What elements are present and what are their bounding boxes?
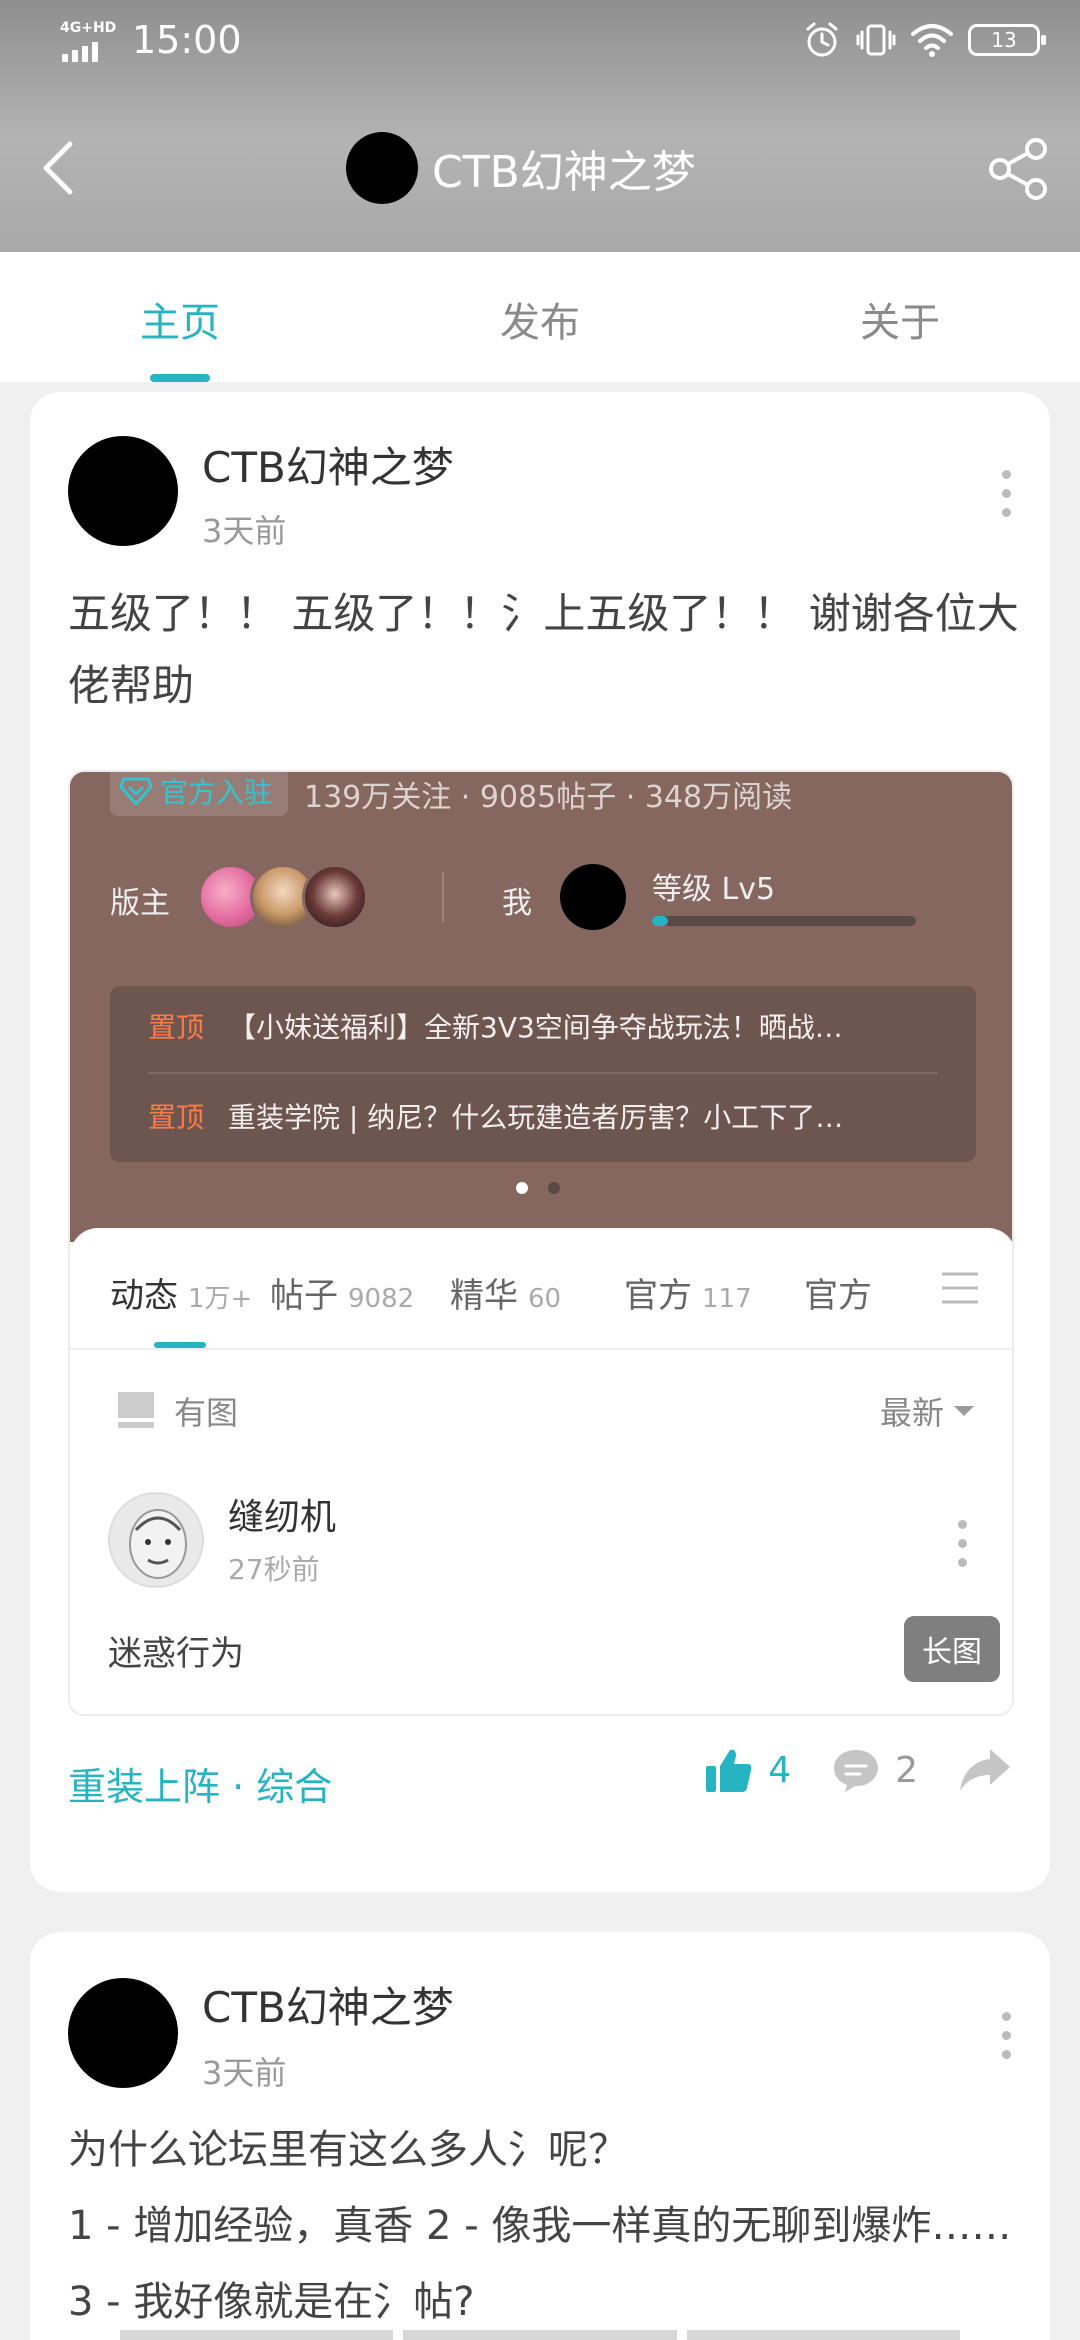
post-actions: 4 2 — [664, 1746, 1012, 1794]
sub-tab-count: 9082 — [348, 1284, 415, 1314]
post-topic-tags[interactable]: 重装上阵 · 综合 — [68, 1756, 332, 1811]
like-button[interactable]: 4 — [704, 1746, 791, 1794]
sub-tab-count: 117 — [702, 1284, 752, 1314]
post-card[interactable]: CTB幻神之梦 3天前 五级了！！ 五级了！！氵上五级了！！ 谢谢各位大佬帮助 … — [30, 392, 1050, 1892]
post-text: 为什么论坛里有这么多人氵呢？ — [68, 2127, 628, 2173]
carousel-dots — [516, 1182, 560, 1194]
sub-tab-label: 帖子 — [270, 1276, 338, 1316]
image-filter-icon — [118, 1392, 154, 1428]
network-type: 4G+HD — [60, 20, 117, 36]
inner-post-time: 27秒前 — [228, 1553, 320, 1586]
inner-post-text: 迷惑行为 — [108, 1634, 244, 1674]
thumbs-up-icon — [706, 1749, 752, 1792]
more-options-icon — [956, 1520, 968, 1567]
back-button[interactable] — [40, 130, 90, 206]
alarm-icon — [806, 22, 838, 57]
moderator-avatars — [198, 864, 368, 930]
chevron-left-icon — [43, 141, 73, 195]
pinned-posts: 置顶 【小妹送福利】全新3V3空间争夺战玩法！晒战… 置顶 重装学院 | 纳尼？什么… — [110, 986, 976, 1162]
sub-tab-feed: 动态 1万+ — [110, 1268, 252, 1317]
share-icon — [989, 138, 1047, 200]
page-title: CTB幻神之梦 — [432, 147, 696, 198]
sub-tab-posts: 帖子 9082 — [270, 1268, 414, 1317]
post-author[interactable]: CTB幻神之梦 — [202, 434, 454, 495]
moderator-avatar — [302, 864, 368, 930]
sub-tab-official: 官方 117 — [624, 1268, 752, 1317]
status-bar: 4G+HD 15:00 13 — [0, 0, 1080, 84]
profile-avatar[interactable] — [346, 132, 418, 204]
official-badge: 官方入驻 — [110, 772, 289, 816]
sub-tab-official-2: 官方 — [804, 1268, 874, 1317]
divider — [70, 1348, 1012, 1350]
comment-button[interactable]: 2 — [831, 1746, 918, 1794]
pinned-title: 重装学院 | 纳尼？什么玩建造者厉害？小工下了… — [228, 1101, 844, 1134]
author-avatar[interactable] — [68, 436, 178, 546]
vibrate-icon — [856, 24, 896, 56]
forum-stats: 139万关注 · 9085帖子 · 348万阅读 — [304, 780, 793, 815]
user-avatar — [560, 864, 626, 930]
more-options-icon[interactable] — [1000, 470, 1012, 517]
comment-count: 2 — [895, 1749, 918, 1791]
like-count: 4 — [768, 1749, 792, 1791]
more-options-icon[interactable] — [1000, 2012, 1012, 2059]
me-label: 我 — [502, 886, 532, 921]
sub-tab-count: 60 — [528, 1284, 562, 1314]
active-tab-indicator — [150, 374, 210, 382]
post-time: 3天前 — [202, 2054, 287, 2092]
inner-author-avatar — [108, 1492, 204, 1588]
diamond-icon — [120, 777, 152, 805]
pinned-tag: 置顶 — [148, 1011, 205, 1044]
forum-feed-preview: 动态 1万+ 帖子 9082 精华 60 官方 117 官方 有图 最新 缝纫机… — [70, 1228, 1012, 1714]
post-time: 3天前 — [202, 512, 287, 550]
sub-tab-label: 官方 — [804, 1276, 872, 1316]
divider — [148, 1072, 938, 1074]
pinned-post: 置顶 【小妹送福利】全新3V3空间争夺战玩法！晒战… — [148, 1006, 948, 1046]
sub-tab-count: 1万+ — [188, 1284, 253, 1314]
post-text: 五级了！！ 五级了！！氵上五级了！！ 谢谢各位大佬帮助 — [68, 589, 1019, 710]
sort-dropdown: 最新 — [880, 1388, 974, 1434]
tab-about[interactable]: 关于 — [860, 290, 940, 348]
profile-tabs: 主页 发布 关于 — [0, 252, 1080, 382]
post-image[interactable]: 官方入驻 139万关注 · 9085帖子 · 348万阅读 版主 我 等级 Lv… — [68, 770, 1014, 1716]
sub-tab-label: 动态 — [110, 1276, 178, 1316]
moderator-label: 版主 — [110, 886, 170, 921]
forward-button[interactable] — [958, 1747, 1012, 1793]
level-progress-fill — [652, 916, 668, 926]
battery-level: 13 — [991, 28, 1017, 52]
wifi-icon — [911, 24, 953, 57]
official-badge-label: 官方入驻 — [160, 776, 273, 809]
tab-publish[interactable]: 发布 — [500, 290, 580, 348]
author-avatar[interactable] — [68, 1978, 178, 2088]
sub-tab-featured: 精华 60 — [450, 1268, 561, 1317]
post-card[interactable]: CTB幻神之梦 3天前 为什么论坛里有这么多人氵呢？ 1 - 增加经验，真香 2… — [30, 1932, 1050, 2340]
chevron-down-icon — [954, 1406, 974, 1416]
header-title-group: CTB幻神之梦 — [346, 130, 696, 206]
tab-home[interactable]: 主页 — [140, 290, 220, 348]
sort-label: 最新 — [879, 1394, 944, 1432]
forum-header-preview: 官方入驻 139万关注 · 9085帖子 · 348万阅读 版主 我 等级 Lv… — [70, 772, 1012, 1242]
pinned-title: 【小妹送福利】全新3V3空间争夺战玩法！晒战… — [228, 1011, 843, 1044]
pinned-tag: 置顶 — [148, 1101, 205, 1134]
user-level: 等级 Lv5 — [652, 872, 776, 907]
battery-indicator: 13 — [968, 24, 1046, 56]
app-header: 4G+HD 15:00 13 CTB幻神之梦 — [0, 0, 1080, 252]
image-filter-label: 有图 — [174, 1394, 239, 1432]
divider — [442, 872, 444, 922]
sub-tab-label: 官方 — [624, 1276, 692, 1316]
level-progress-bar — [652, 916, 916, 926]
pinned-post: 置顶 重装学院 | 纳尼？什么玩建造者厉害？小工下了… — [148, 1096, 948, 1136]
inner-post-author: 缝纫机 — [228, 1497, 337, 1538]
long-image-badge: 长图 — [904, 1616, 1000, 1682]
sub-tab-label: 精华 — [450, 1276, 518, 1316]
menu-icon — [942, 1272, 978, 1304]
post-author[interactable]: CTB幻神之梦 — [202, 1974, 454, 2035]
comment-icon — [834, 1750, 879, 1792]
post-text: 1 - 增加经验，真香 2 - 像我一样真的无聊到爆炸…… 3 - 我好像就是在… — [68, 2203, 1012, 2325]
status-time: 15:00 — [132, 18, 242, 62]
signal-icon: 4G+HD — [60, 20, 116, 62]
share-button[interactable] — [986, 136, 1052, 202]
forward-arrow-icon — [960, 1749, 1010, 1791]
image-strip-preview — [120, 2330, 960, 2340]
